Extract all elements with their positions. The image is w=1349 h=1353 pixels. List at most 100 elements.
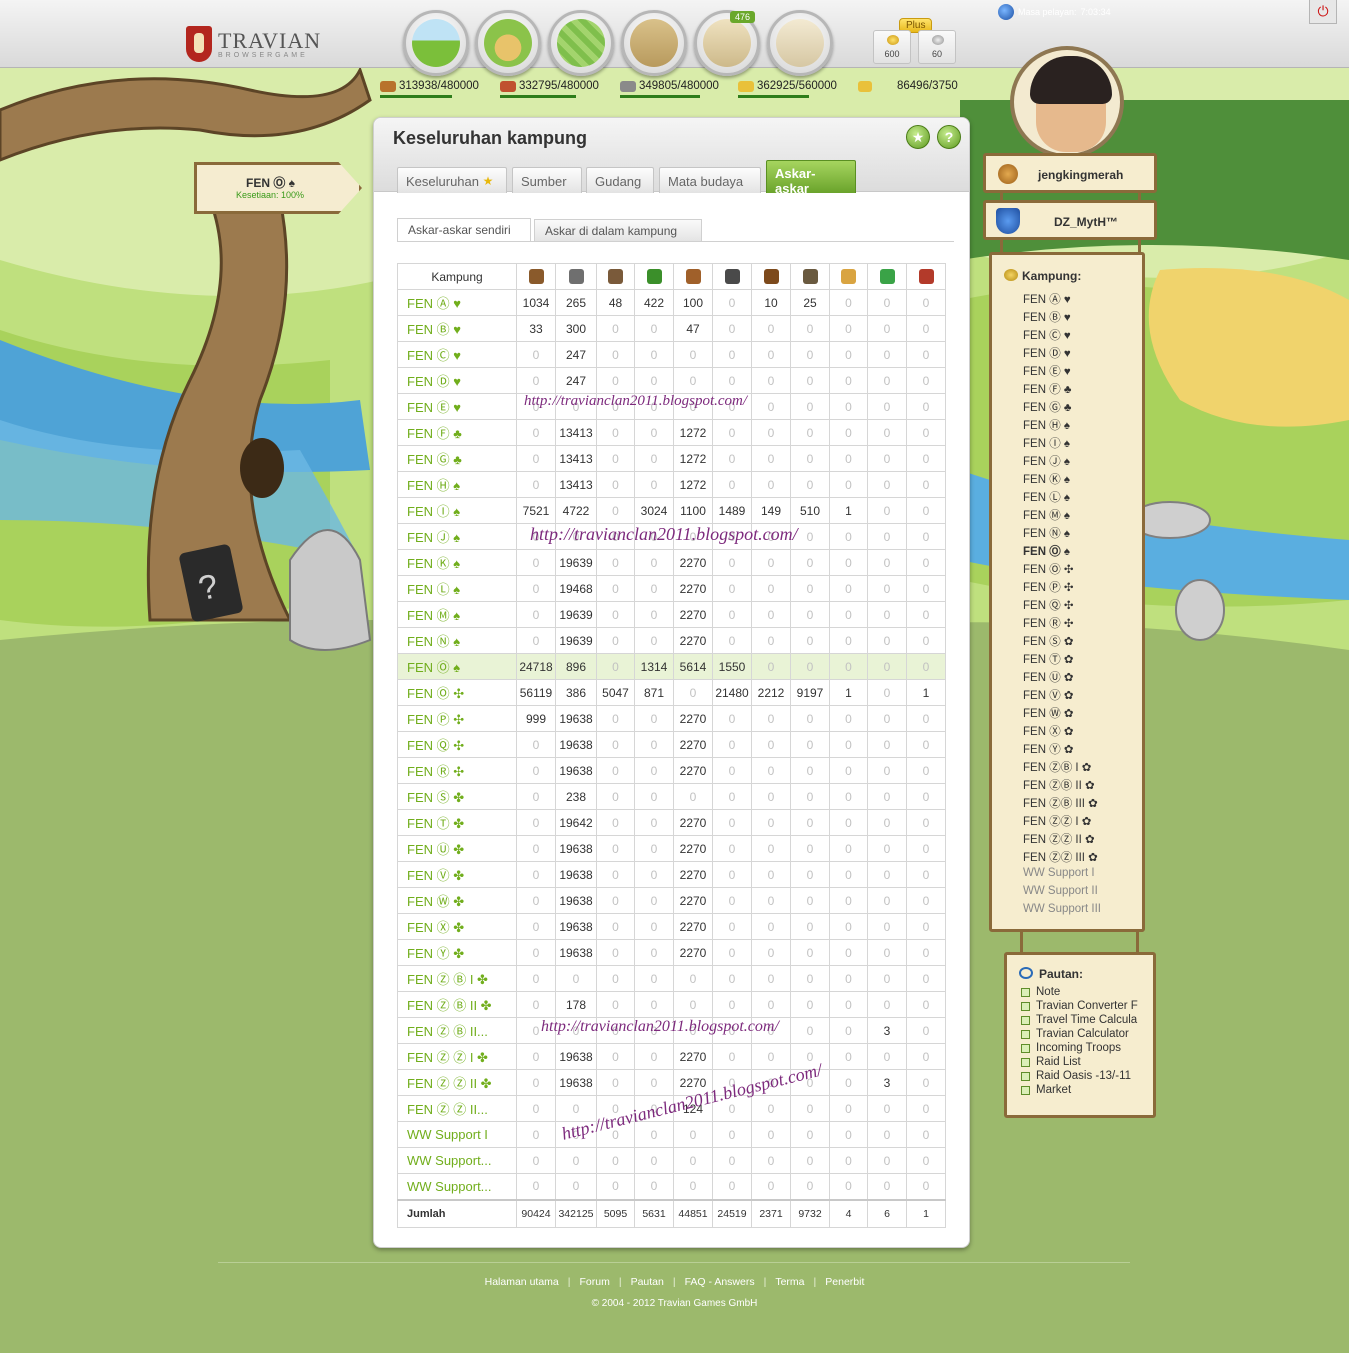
village-link[interactable]: FEN Ⓓ ♥ (397, 367, 517, 394)
tab-culture-points[interactable]: Mata budaya (659, 167, 761, 193)
nav-messages-button[interactable] (767, 10, 833, 76)
village-link[interactable]: WW Support I (397, 1121, 517, 1148)
link-item[interactable]: Market (1021, 1083, 1153, 1097)
village-link[interactable]: FEN Ⓒ ♥ (397, 341, 517, 368)
village-link[interactable]: FEN Ⓥ ✤ (397, 861, 517, 888)
tab-troops[interactable]: Askar-askar (766, 160, 856, 196)
nav-statistics-button[interactable] (621, 10, 687, 76)
village-list-item[interactable]: FEN Ⓒ ♥ (1023, 327, 1101, 345)
village-list-item[interactable]: FEN ⓏⒷ I ✿ (1023, 759, 1101, 777)
village-link[interactable]: FEN Ⓩ Ⓑ II ✤ (397, 991, 517, 1018)
village-list-item[interactable]: FEN Ⓡ ✣ (1023, 615, 1101, 633)
link-item[interactable]: Raid Oasis -13/-11 (1021, 1069, 1153, 1083)
village-link[interactable]: FEN Ⓖ ♣ (397, 445, 517, 472)
village-link[interactable]: FEN Ⓟ ✣ (397, 705, 517, 732)
footer-link[interactable]: FAQ - Answers (685, 1276, 755, 1288)
village-list-item[interactable]: FEN Ⓚ ♠ (1023, 471, 1101, 489)
village-link[interactable]: FEN Ⓨ ✤ (397, 939, 517, 966)
village-link[interactable]: FEN Ⓩ Ⓩ II ✤ (397, 1069, 517, 1096)
link-item[interactable]: Incoming Troops (1021, 1041, 1153, 1055)
link-item[interactable]: Raid List (1021, 1055, 1153, 1069)
subtab-own-troops[interactable]: Askar-askar sendiri (397, 218, 531, 242)
village-list-item[interactable]: FEN ⓏⓏ II ✿ (1023, 831, 1101, 849)
travian-logo[interactable]: TRAVIAN BROWSERGAME (186, 24, 321, 64)
village-list-item[interactable]: WW Support I (1023, 867, 1101, 885)
village-list-item[interactable]: FEN Ⓘ ♠ (1023, 435, 1101, 453)
village-list-item[interactable]: FEN Ⓑ ♥ (1023, 309, 1101, 327)
village-link[interactable]: FEN Ⓐ ♥ (397, 289, 517, 316)
village-link[interactable]: FEN Ⓩ Ⓩ I ✤ (397, 1043, 517, 1070)
village-list-item[interactable]: FEN ⓏⓏ III ✿ (1023, 849, 1101, 867)
village-list-item[interactable]: FEN Ⓥ ✿ (1023, 687, 1101, 705)
player-profile-box[interactable]: jengkingmerah (983, 153, 1157, 193)
link-item[interactable]: Note (1021, 985, 1153, 999)
village-list-item[interactable]: FEN Ⓓ ♥ (1023, 345, 1101, 363)
village-link[interactable]: FEN Ⓗ ♠ (397, 471, 517, 498)
village-link[interactable]: FEN Ⓞ ♠ (397, 653, 517, 680)
village-link[interactable]: FEN Ⓧ ✤ (397, 913, 517, 940)
link-item[interactable]: Travel Time Calcula (1021, 1013, 1153, 1027)
current-village-sign[interactable]: FEN Ⓞ ♠ Kesetiaan: 100% (194, 162, 362, 214)
footer-link[interactable]: Pautan (631, 1276, 664, 1288)
village-link[interactable]: FEN Ⓑ ♥ (397, 315, 517, 342)
village-list-item[interactable]: WW Support III (1023, 903, 1101, 921)
village-list-item[interactable]: FEN ⓏⒷ II ✿ (1023, 777, 1101, 795)
village-list-item[interactable]: FEN Ⓔ ♥ (1023, 363, 1101, 381)
village-link[interactable]: WW Support... (397, 1173, 517, 1200)
village-list-item[interactable]: FEN Ⓣ ✿ (1023, 651, 1101, 669)
village-link[interactable]: FEN Ⓤ ✤ (397, 835, 517, 862)
village-list-item[interactable]: FEN Ⓦ ✿ (1023, 705, 1101, 723)
footer-link[interactable]: Forum (579, 1276, 609, 1288)
village-list-item[interactable]: FEN Ⓤ ✿ (1023, 669, 1101, 687)
village-list-item[interactable]: FEN Ⓕ ♣ (1023, 381, 1101, 399)
village-list-item[interactable]: FEN Ⓠ ✣ (1023, 597, 1101, 615)
tab-warehouse[interactable]: Gudang (586, 167, 654, 193)
alliance-name[interactable]: DZ_MytH™ (1054, 215, 1118, 229)
nav-resources-button[interactable] (403, 10, 469, 76)
village-list-item[interactable]: FEN Ⓝ ♠ (1023, 525, 1101, 543)
help-button[interactable]: ? (937, 125, 961, 149)
tab-resources[interactable]: Sumber (512, 167, 582, 193)
village-list-item[interactable]: FEN Ⓙ ♠ (1023, 453, 1101, 471)
footer-link[interactable]: Terma (775, 1276, 804, 1288)
village-link[interactable]: FEN Ⓘ ♠ (397, 497, 517, 524)
village-list-item[interactable]: FEN Ⓧ ✿ (1023, 723, 1101, 741)
village-list-item[interactable]: FEN Ⓞ ✣ (1023, 561, 1101, 579)
village-list-item[interactable]: FEN ⓏⒷ III ✿ (1023, 795, 1101, 813)
village-list-item[interactable]: FEN Ⓖ ♣ (1023, 399, 1101, 417)
plus-account-box[interactable]: Plus 600 60 (873, 18, 959, 64)
nav-map-button[interactable] (548, 10, 614, 76)
footer-link[interactable]: Penerbit (825, 1276, 864, 1288)
village-link[interactable]: FEN Ⓝ ♠ (397, 627, 517, 654)
village-list-item[interactable]: FEN Ⓨ ✿ (1023, 741, 1101, 759)
link-item[interactable]: Travian Calculator (1021, 1027, 1153, 1041)
village-link[interactable]: WW Support... (397, 1147, 517, 1174)
village-link[interactable]: FEN Ⓕ ♣ (397, 419, 517, 446)
link-item[interactable]: Travian Converter F (1021, 999, 1153, 1013)
village-link[interactable]: FEN Ⓡ ✣ (397, 757, 517, 784)
player-avatar[interactable] (1010, 46, 1124, 158)
village-list-item[interactable]: FEN Ⓢ ✿ (1023, 633, 1101, 651)
village-link[interactable]: FEN Ⓔ ♥ (397, 393, 517, 420)
logout-button[interactable]: ⏻ (1309, 0, 1337, 24)
village-link[interactable]: FEN Ⓛ ♠ (397, 575, 517, 602)
village-link[interactable]: FEN Ⓣ ✤ (397, 809, 517, 836)
village-link[interactable]: FEN Ⓠ ✣ (397, 731, 517, 758)
village-link[interactable]: FEN Ⓚ ♠ (397, 549, 517, 576)
subtab-troops-in-village[interactable]: Askar di dalam kampung (534, 219, 702, 241)
village-link[interactable]: FEN Ⓦ ✤ (397, 887, 517, 914)
village-list-item[interactable]: FEN Ⓛ ♠ (1023, 489, 1101, 507)
village-list-item[interactable]: FEN Ⓜ ♠ (1023, 507, 1101, 525)
village-list-item[interactable]: FEN Ⓟ ✣ (1023, 579, 1101, 597)
village-link[interactable]: FEN Ⓩ Ⓑ I ✤ (397, 965, 517, 992)
village-list-item[interactable]: FEN Ⓗ ♠ (1023, 417, 1101, 435)
village-list-item[interactable]: FEN Ⓐ ♥ (1023, 291, 1101, 309)
footer-link[interactable]: Halaman utama (485, 1276, 559, 1288)
player-name[interactable]: jengkingmerah (1038, 168, 1123, 182)
village-link[interactable]: FEN Ⓞ ✣ (397, 679, 517, 706)
village-link[interactable]: FEN Ⓩ Ⓩ II... (397, 1095, 517, 1122)
village-link[interactable]: FEN Ⓜ ♠ (397, 601, 517, 628)
village-list-item[interactable]: FEN Ⓞ ♠ (1023, 543, 1101, 561)
village-link[interactable]: FEN Ⓩ Ⓑ II... (397, 1017, 517, 1044)
tab-overview[interactable]: Keseluruhan ★ (397, 167, 507, 193)
